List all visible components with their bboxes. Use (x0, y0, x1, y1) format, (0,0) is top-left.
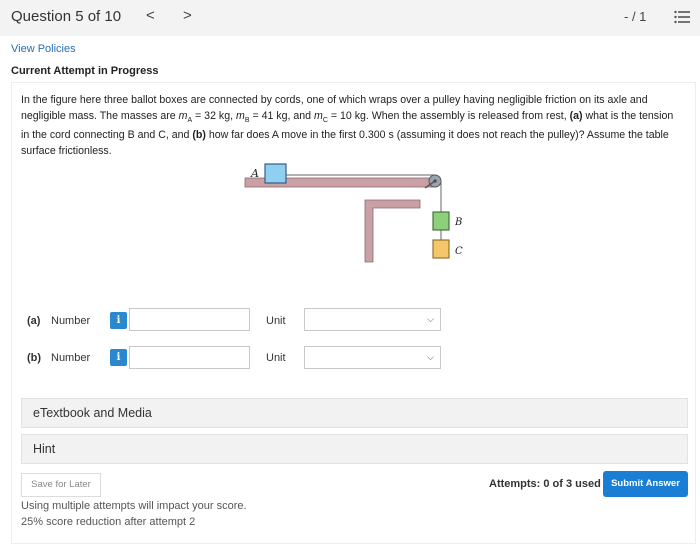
box-b (432, 211, 450, 231)
previous-question-button[interactable]: < (146, 7, 155, 24)
part-a-number-label: Number (51, 315, 91, 327)
part-b-unit-label: Unit (266, 352, 286, 364)
part-a-info-icon[interactable]: i (110, 312, 127, 329)
score-reduction-note: 25% score reduction after attempt 2 (21, 516, 196, 528)
label-c: C (455, 246, 463, 257)
save-for-later-button[interactable]: Save for Later (21, 473, 101, 497)
hint-panel[interactable]: Hint (21, 434, 688, 464)
view-policies-link[interactable]: View Policies (11, 43, 76, 55)
part-a-unit-select[interactable]: ⌵ (304, 308, 441, 331)
question-counter: Question 5 of 10 (11, 8, 122, 25)
part-a-label: (a) (27, 315, 41, 327)
part-b-unit-select[interactable]: ⌵ (304, 346, 441, 369)
top-bar: Question 5 of 10 < > - / 1 (0, 0, 700, 36)
chevron-down-icon: ⌵ (427, 314, 434, 324)
submit-answer-button[interactable]: Submit Answer (603, 471, 688, 497)
part-a-unit-label: Unit (266, 315, 286, 327)
score-display: - / 1 (624, 9, 647, 24)
attempts-note: Using multiple attempts will impact your… (21, 500, 247, 512)
part-a-number-input[interactable] (129, 308, 250, 331)
attempt-status: Current Attempt in Progress (11, 65, 159, 77)
box-a (264, 163, 287, 184)
part-b-label: (b) (27, 352, 42, 364)
part-b-info-icon[interactable]: i (110, 349, 127, 366)
part-b-number-label: Number (51, 352, 91, 364)
attempts-counter: Attempts: 0 of 3 used (489, 478, 601, 490)
label-a: A (250, 167, 259, 180)
question-text: In the figure here three ballot boxes ar… (21, 94, 674, 157)
table-leg (364, 199, 421, 263)
etextbook-panel[interactable]: eTextbook and Media (21, 398, 688, 428)
box-c (432, 239, 450, 259)
part-b-number-input[interactable] (129, 346, 250, 369)
next-question-button[interactable]: > (183, 7, 192, 24)
list-icon[interactable] (674, 10, 690, 24)
label-b: B (454, 217, 462, 228)
chevron-down-icon: ⌵ (427, 352, 434, 362)
pulley-figure: A B C (235, 160, 475, 270)
